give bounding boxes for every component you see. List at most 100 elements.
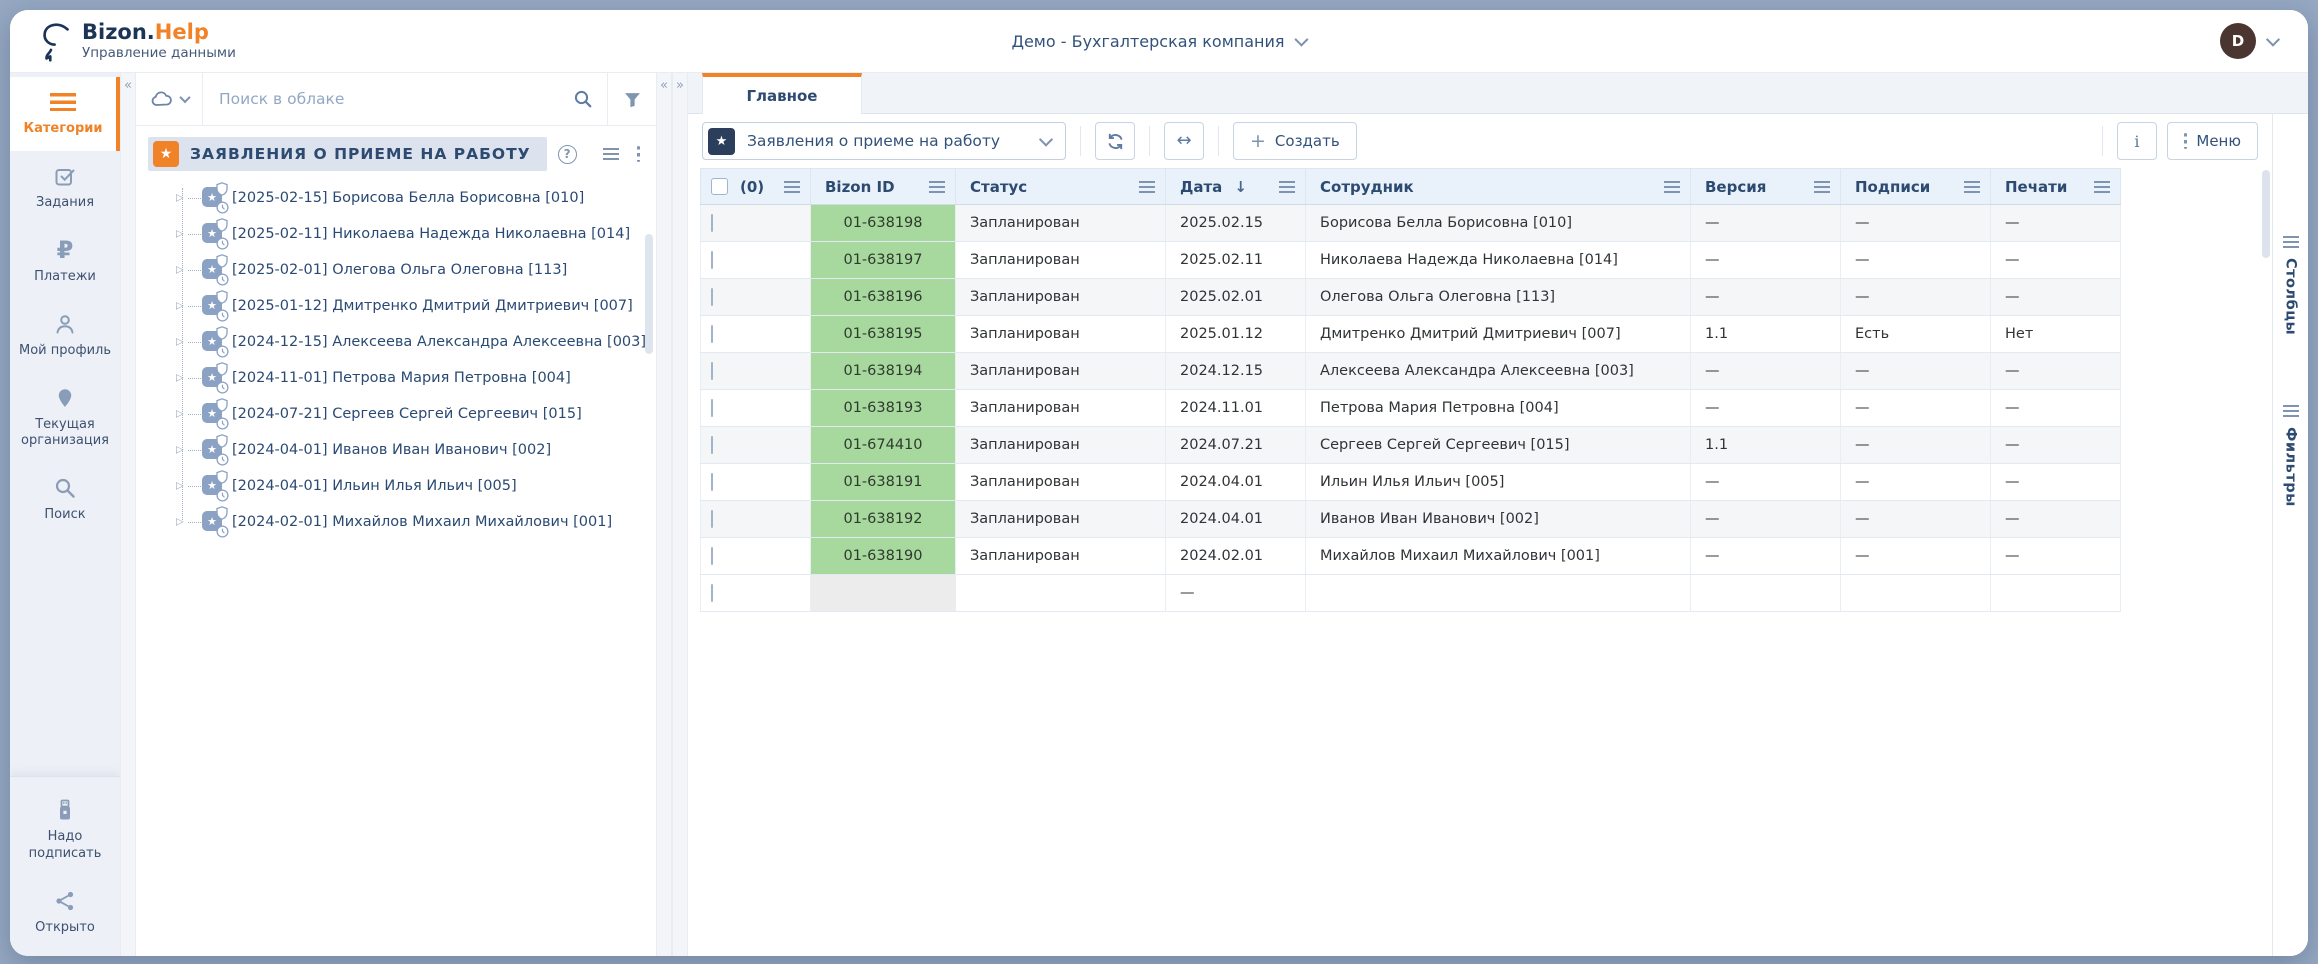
employee-cell[interactable]: Борисова Белла Борисовна [010] — [1306, 205, 1691, 242]
row-checkbox[interactable] — [711, 251, 713, 269]
tree-item[interactable]: ▷ ★ — [136, 432, 656, 468]
signatures-cell[interactable]: — — [1841, 353, 1991, 390]
sidebar-item-open[interactable]: Открыто — [10, 876, 120, 950]
version-cell[interactable]: — — [1691, 464, 1841, 501]
column-bizon-id[interactable]: Bizon ID — [811, 169, 956, 205]
menu-button[interactable]: Меню — [2167, 122, 2258, 160]
cloud-source-selector[interactable] — [136, 73, 203, 125]
version-cell[interactable]: — — [1691, 205, 1841, 242]
main-scrollbar[interactable] — [2262, 170, 2270, 258]
employee-cell[interactable]: Алексеева Александра Алексеевна [003] — [1306, 353, 1691, 390]
tree-list-menu-icon[interactable] — [603, 148, 619, 160]
signatures-cell[interactable]: — — [1841, 538, 1991, 575]
sidebar-item-tasks[interactable]: Задания — [10, 151, 120, 225]
tree-scrollbar[interactable] — [645, 234, 653, 354]
status-cell[interactable]: Запланирован — [956, 353, 1166, 390]
bizon-id-cell[interactable]: 01-638193 — [811, 390, 956, 427]
expand-triangle-icon[interactable]: ▷ — [176, 408, 184, 419]
status-cell[interactable]: Запланирован — [956, 242, 1166, 279]
table-row[interactable]: 01-638197 Запланирован 2025.02.11 Никола… — [701, 242, 2121, 279]
search-button[interactable] — [559, 73, 607, 125]
column-menu-icon[interactable] — [1664, 181, 1680, 193]
filter-button[interactable] — [607, 73, 656, 125]
help-icon[interactable]: ? — [558, 145, 577, 164]
table-row[interactable]: 01-638196 Запланирован 2025.02.01 Олегов… — [701, 279, 2121, 316]
column-menu-icon[interactable] — [784, 181, 800, 193]
sidebar-item-profile[interactable]: Мой профиль — [10, 299, 120, 373]
employee-cell[interactable]: Сергеев Сергей Сергеевич [015] — [1306, 427, 1691, 464]
tree-category[interactable]: ★ ЗАЯВЛЕНИЯ О ПРИЕМЕ НА РАБОТУ — [148, 137, 547, 171]
bizon-id-cell[interactable]: 01-674410 — [811, 427, 956, 464]
row-checkbox[interactable] — [711, 584, 713, 602]
table-empty-row[interactable]: — — [701, 575, 2121, 612]
collapse-tree-handle[interactable]: « — [656, 73, 672, 956]
version-cell[interactable]: 1.1 — [1691, 427, 1841, 464]
stamps-cell[interactable]: Нет — [1991, 316, 2121, 353]
sidebar-item-payments[interactable]: ₽ Платежи — [10, 225, 120, 299]
date-cell[interactable]: 2024.04.01 — [1166, 501, 1306, 538]
row-checkbox[interactable] — [711, 362, 713, 380]
category-dropdown[interactable]: ★ Заявления о приеме на работу — [702, 122, 1066, 160]
table-row[interactable]: 01-638198 Запланирован 2025.02.15 Борисо… — [701, 205, 2121, 242]
version-cell[interactable]: — — [1691, 353, 1841, 390]
expand-triangle-icon[interactable]: ▷ — [176, 516, 184, 527]
bizon-id-cell[interactable]: 01-638191 — [811, 464, 956, 501]
signatures-cell[interactable]: — — [1841, 464, 1991, 501]
date-cell[interactable]: 2024.04.01 — [1166, 464, 1306, 501]
status-cell[interactable]: Запланирован — [956, 390, 1166, 427]
status-cell[interactable]: Запланирован — [956, 501, 1166, 538]
row-checkbox[interactable] — [711, 473, 713, 491]
column-stamps[interactable]: Печати — [1991, 169, 2121, 205]
status-cell[interactable]: Запланирован — [956, 538, 1166, 575]
user-menu[interactable]: D — [2220, 23, 2308, 59]
column-status[interactable]: Статус — [956, 169, 1166, 205]
expand-triangle-icon[interactable]: ▷ — [176, 264, 184, 275]
employee-cell[interactable]: Петрова Мария Петровна [004] — [1306, 390, 1691, 427]
organization-selector[interactable]: Демо - Бухгалтерская компания — [1011, 32, 1306, 51]
signatures-cell[interactable]: — — [1841, 501, 1991, 538]
stamps-cell[interactable]: — — [1991, 427, 2121, 464]
expand-triangle-icon[interactable]: ▷ — [176, 444, 184, 455]
refresh-button[interactable] — [1095, 122, 1135, 160]
sort-desc-icon[interactable]: ↓ — [1234, 178, 1247, 196]
tree-more-menu-icon[interactable] — [637, 146, 641, 162]
column-menu-icon[interactable] — [1139, 181, 1155, 193]
column-signatures[interactable]: Подписи — [1841, 169, 1991, 205]
columns-side-tab[interactable]: Столбцы — [2283, 236, 2299, 335]
version-cell[interactable]: — — [1691, 501, 1841, 538]
column-menu-icon[interactable] — [929, 181, 945, 193]
table-row[interactable]: 01-638195 Запланирован 2025.01.12 Дмитре… — [701, 316, 2121, 353]
sidebar-item-current-organization[interactable]: Текущая организация — [10, 373, 120, 464]
row-checkbox[interactable] — [711, 510, 713, 528]
employee-cell[interactable]: Дмитренко Дмитрий Дмитриевич [007] — [1306, 316, 1691, 353]
signatures-cell[interactable]: — — [1841, 205, 1991, 242]
version-cell[interactable]: — — [1691, 242, 1841, 279]
table-row[interactable]: 01-674410 Запланирован 2024.07.21 Сергее… — [701, 427, 2121, 464]
table-row[interactable]: 01-638191 Запланирован 2024.04.01 Ильин … — [701, 464, 2121, 501]
avatar[interactable]: D — [2220, 23, 2256, 59]
row-checkbox[interactable] — [711, 325, 713, 343]
expand-triangle-icon[interactable]: ▷ — [176, 336, 184, 347]
date-cell[interactable]: 2025.02.11 — [1166, 242, 1306, 279]
date-cell[interactable]: 2025.02.01 — [1166, 279, 1306, 316]
signatures-cell[interactable]: — — [1841, 390, 1991, 427]
status-cell[interactable]: Запланирован — [956, 427, 1166, 464]
info-button[interactable]: i — [2117, 122, 2157, 160]
column-employee[interactable]: Сотрудник — [1306, 169, 1691, 205]
date-cell[interactable]: 2025.02.15 — [1166, 205, 1306, 242]
row-checkbox[interactable] — [711, 214, 713, 232]
tree-item[interactable]: ▷ ★ — [136, 504, 656, 540]
signatures-cell[interactable]: — — [1841, 242, 1991, 279]
date-cell[interactable]: 2025.01.12 — [1166, 316, 1306, 353]
stamps-cell[interactable]: — — [1991, 242, 2121, 279]
create-button[interactable]: + Создать — [1233, 122, 1357, 160]
sidebar-item-categories[interactable]: Категории — [10, 77, 120, 151]
row-checkbox[interactable] — [711, 399, 713, 417]
bizon-id-cell[interactable]: 01-638195 — [811, 316, 956, 353]
expand-triangle-icon[interactable]: ▷ — [176, 192, 184, 203]
stamps-cell[interactable]: — — [1991, 538, 2121, 575]
employee-cell[interactable]: Михайлов Михаил Михайлович [001] — [1306, 538, 1691, 575]
signatures-cell[interactable]: Есть — [1841, 316, 1991, 353]
signatures-cell[interactable]: — — [1841, 279, 1991, 316]
tree-item[interactable]: ▷ ★ — [136, 396, 656, 432]
